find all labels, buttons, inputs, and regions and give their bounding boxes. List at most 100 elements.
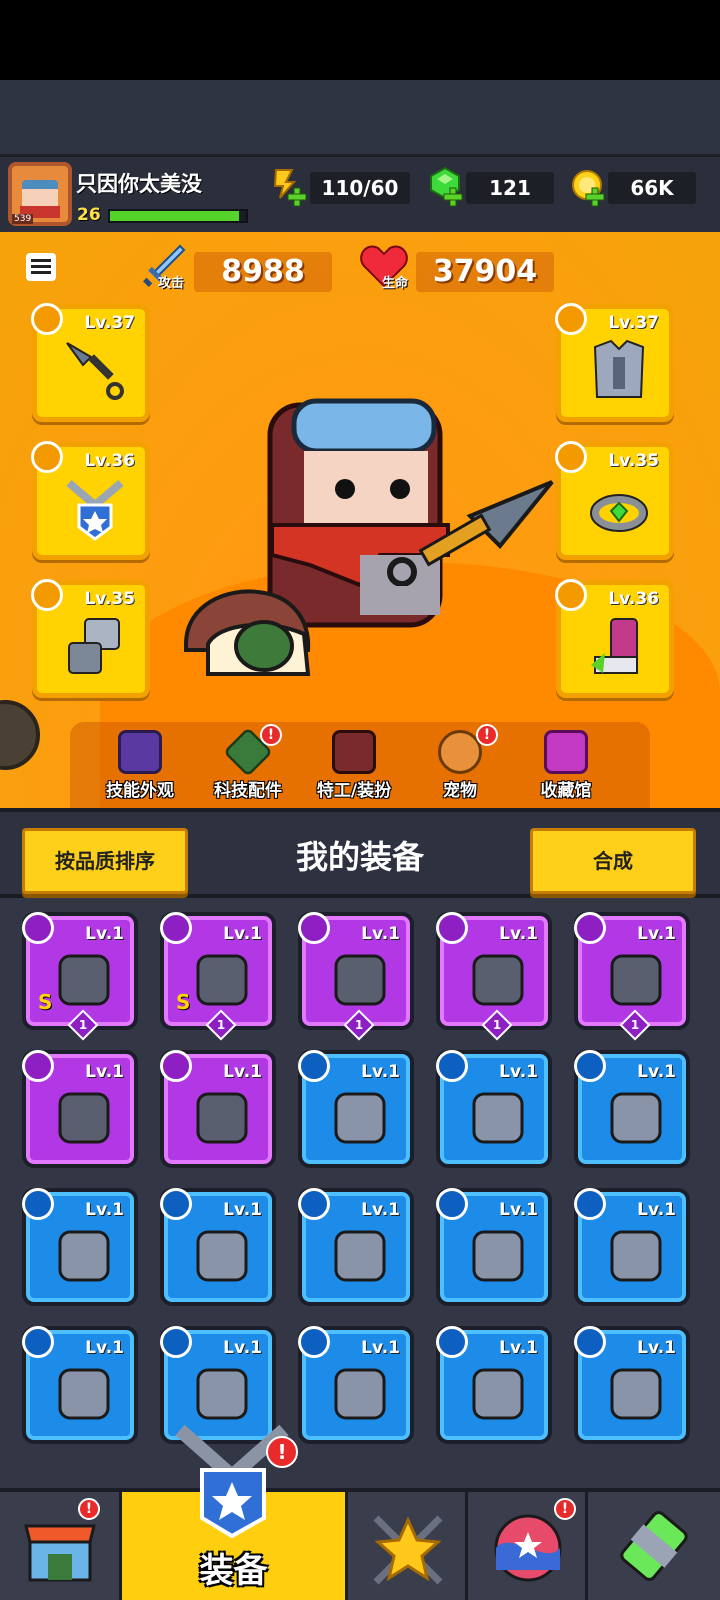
inventory-item-card[interactable]: Lv.1 <box>298 1188 414 1306</box>
equip-slot-weapon[interactable]: Lv.37 <box>31 303 150 422</box>
sort-by-quality-button[interactable]: 按品质排序 <box>22 828 188 894</box>
pets-alert-badge: ! <box>476 724 498 746</box>
header-band <box>0 80 720 154</box>
item-level: Lv.1 <box>637 1062 676 1082</box>
item-level: Lv.1 <box>361 1062 400 1082</box>
kunai-icon <box>472 954 524 1006</box>
inventory-item-card[interactable]: Lv.1 <box>436 1050 552 1168</box>
item-level: Lv.1 <box>637 924 676 944</box>
nav-tech-parts[interactable]: 科技配件 <box>198 727 298 806</box>
inventory-item-card[interactable]: Lv.1 S 1 <box>22 912 138 1041</box>
inventory-item-card[interactable]: Lv.1 <box>22 1050 138 1168</box>
slot-level: Lv.36 <box>84 451 135 471</box>
stamina-value: 110/60 <box>310 172 410 204</box>
nav-label: 特工/装扮 <box>316 781 392 801</box>
armor-type-icon <box>22 1326 54 1358</box>
equip-slot-armor[interactable]: Lv.37 <box>555 303 674 422</box>
inventory-item-card[interactable]: Lv.1 <box>22 1326 138 1444</box>
hero-kunai-icon <box>387 480 554 586</box>
inventory-item-card[interactable]: Lv.1 1 <box>298 912 414 1041</box>
revolver-icon <box>196 1230 248 1282</box>
boots-type-icon <box>574 912 606 944</box>
inventory-item-card[interactable]: Lv.1 <box>574 1326 690 1444</box>
gem-add-icon[interactable] <box>442 186 464 208</box>
bat-icon <box>472 1230 524 1282</box>
inventory-item-card[interactable]: Lv.1 <box>160 1188 276 1306</box>
weapon-type-icon <box>160 1188 192 1220</box>
agent-icon <box>332 730 376 774</box>
weapon-type-icon <box>298 1188 330 1220</box>
armor-icon <box>593 339 645 398</box>
rank-label: S <box>176 990 191 1014</box>
nav-label: 收藏馆 <box>540 781 592 801</box>
equip-slot-boots[interactable]: Lv.36 <box>555 579 674 698</box>
inventory-item-card[interactable]: Lv.1 <box>298 1050 414 1168</box>
dna-capsule-icon <box>620 1511 688 1581</box>
equip-slot-ring[interactable]: Lv.35 <box>555 441 674 560</box>
item-level: Lv.1 <box>361 1338 400 1358</box>
weapon-type-icon <box>298 912 330 944</box>
item-level: Lv.1 <box>361 1200 400 1220</box>
necklace-type-icon <box>22 1050 54 1082</box>
item-count: 1 <box>78 1018 88 1032</box>
inventory-item-card[interactable]: Lv.1 <box>574 1188 690 1306</box>
bone-necklace-icon <box>472 1368 524 1420</box>
weapon-type-icon <box>436 1188 468 1220</box>
inventory-item-card[interactable]: Lv.1 <box>298 1326 414 1444</box>
gauntlet-icon <box>196 1092 248 1144</box>
inventory-item-card[interactable]: Lv.1 <box>436 1326 552 1444</box>
equip-slot-necklace[interactable]: Lv.36 <box>31 441 150 560</box>
events-alert-badge: ! <box>554 1498 576 1520</box>
equipment-alert-badge: ! <box>266 1436 298 1468</box>
weapon-type-icon <box>31 303 63 335</box>
nav-skill-skins[interactable]: 技能外观 <box>90 730 190 806</box>
item-level: Lv.1 <box>85 1200 124 1220</box>
weapon-type-icon <box>22 1188 54 1220</box>
item-count: 1 <box>354 1018 364 1032</box>
gloves-type-icon <box>31 579 63 611</box>
skill-skin-icon <box>118 730 162 774</box>
list-menu-icon[interactable] <box>26 253 56 281</box>
gem-value: 121 <box>466 172 554 204</box>
shirt-icon <box>334 1368 386 1420</box>
inventory-item-card[interactable]: Lv.1 1 <box>436 912 552 1041</box>
xp-bar <box>108 209 248 223</box>
tech-boots-icon <box>610 954 662 1006</box>
jacket-icon <box>610 1230 662 1282</box>
avatar-id: 539 <box>12 214 34 224</box>
weapon-type-icon <box>436 1050 468 1082</box>
necklace-type-icon <box>574 1326 606 1358</box>
shop-icon <box>24 1524 96 1582</box>
nav-label: 科技配件 <box>214 781 282 801</box>
inventory-item-card[interactable]: Lv.1 S 1 <box>160 912 276 1041</box>
inventory-item-card[interactable]: Lv.1 <box>160 1050 276 1168</box>
tab-shop[interactable] <box>0 1492 122 1600</box>
item-level: Lv.1 <box>499 1200 538 1220</box>
equip-slot-gloves[interactable]: Lv.35 <box>31 579 150 698</box>
armor-type-icon <box>574 1188 606 1220</box>
inventory-item-card[interactable]: Lv.1 <box>22 1188 138 1306</box>
nav-agent-outfit[interactable]: 特工/装扮 <box>304 730 404 806</box>
gold-add-icon[interactable] <box>584 186 606 208</box>
inventory-item-card[interactable]: Lv.1 <box>574 1050 690 1168</box>
top-bar <box>0 0 720 80</box>
item-level: Lv.1 <box>499 924 538 944</box>
weapon-type-icon <box>436 912 468 944</box>
inventory-item-card[interactable]: Lv.1 <box>436 1188 552 1306</box>
tab-evolution[interactable] <box>588 1492 720 1600</box>
stamina-add-icon[interactable] <box>286 186 308 208</box>
necklace-type-icon <box>436 1326 468 1358</box>
rank-label: S <box>38 990 53 1014</box>
battle-star-icon <box>373 1515 443 1585</box>
ring-icon <box>590 494 648 532</box>
inventory-item-card[interactable]: Lv.1 1 <box>574 912 690 1041</box>
machete-icon <box>610 1092 662 1144</box>
item-level: Lv.1 <box>85 1338 124 1358</box>
player-avatar[interactable]: 539 <box>8 162 72 226</box>
slot-level: Lv.36 <box>608 589 659 609</box>
slot-level: Lv.37 <box>608 313 659 333</box>
merge-button[interactable]: 合成 <box>530 828 696 894</box>
tab-battle[interactable] <box>348 1492 468 1600</box>
nav-collection[interactable]: 收藏馆 <box>516 730 616 806</box>
weapon-type-icon <box>298 1050 330 1082</box>
